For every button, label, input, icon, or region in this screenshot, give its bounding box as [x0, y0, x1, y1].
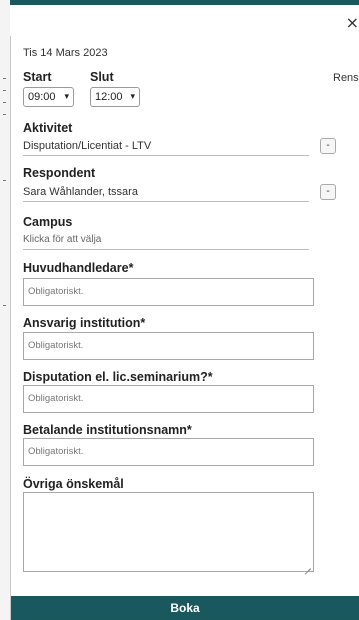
end-time-select[interactable]: 12:00 ▾ [90, 87, 140, 107]
disputation-input[interactable]: Obligatoriskt. [23, 385, 314, 413]
background-page-edge [0, 0, 11, 620]
field-label-ansvarig-institution: Ansvarig institution* [23, 316, 146, 330]
edge-mark [3, 305, 6, 306]
resize-grip-icon[interactable] [305, 563, 311, 569]
book-button[interactable]: Boka [11, 596, 359, 620]
betalande-institution-input[interactable]: Obligatoriskt. [23, 438, 314, 466]
campus-label: Campus [23, 215, 73, 229]
other-requests-textarea[interactable] [23, 492, 314, 572]
booking-dialog: × Tis 14 Mars 2023 Rensa Start Slut 09:0… [0, 0, 359, 620]
edge-mark [3, 114, 6, 115]
campus-field[interactable]: Klicka för att välja [23, 233, 309, 250]
field-label-disputation: Disputation el. lic.seminarium?* [23, 370, 213, 384]
chevron-down-icon: ▾ [64, 92, 69, 102]
activity-remove-button[interactable]: - [320, 138, 336, 154]
chevron-down-icon: ▾ [130, 92, 135, 102]
huvudhandledare-input[interactable]: Obligatoriskt. [23, 278, 314, 306]
activity-label: Aktivitet [23, 121, 73, 135]
activity-field[interactable]: Disputation/Licentiat - LTV [23, 139, 309, 156]
respondent-field[interactable]: Sara Wåhlander, tssara [23, 185, 309, 202]
edge-mark [3, 180, 6, 181]
start-label: Start [23, 70, 52, 84]
dialog-header: × [10, 0, 359, 36]
start-time-select[interactable]: 09:00 ▾ [23, 87, 74, 107]
respondent-label: Respondent [23, 166, 96, 180]
start-time-value: 09:00 [28, 91, 56, 103]
edge-mark [3, 102, 6, 103]
end-label: Slut [90, 70, 114, 84]
other-requests-label: Övriga önskemål [23, 477, 124, 491]
close-icon[interactable]: × [346, 15, 359, 31]
edge-mark [3, 90, 6, 91]
clear-button[interactable]: Rensa [333, 72, 359, 84]
booking-date: Tis 14 Mars 2023 [23, 47, 108, 59]
end-time-value: 12:00 [95, 91, 123, 103]
field-label-betalande-institution: Betalande institutionsnamn* [23, 423, 192, 437]
ansvarig-institution-input[interactable]: Obligatoriskt. [23, 332, 314, 360]
respondent-remove-button[interactable]: - [320, 184, 336, 200]
edge-mark [3, 78, 6, 79]
field-label-huvudhandledare: Huvudhandledare* [23, 261, 134, 275]
